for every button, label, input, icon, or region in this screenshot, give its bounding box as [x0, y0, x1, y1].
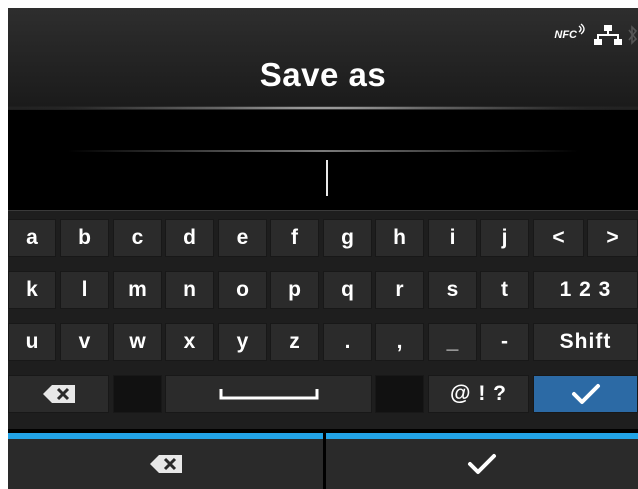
enter-key[interactable] — [533, 375, 638, 413]
key-h[interactable]: h — [375, 219, 424, 257]
network-icon — [594, 25, 622, 45]
key-f[interactable]: f — [270, 219, 319, 257]
status-icons: NFC — [554, 22, 638, 48]
delete-button[interactable] — [8, 439, 323, 489]
checkmark-icon — [571, 384, 600, 404]
nfc-label: NFC — [554, 29, 577, 41]
key-z[interactable]: z — [270, 323, 319, 361]
blank-key-right — [375, 375, 424, 413]
right-arrow-key[interactable]: > — [587, 219, 638, 257]
key-r[interactable]: r — [375, 271, 424, 309]
key-o[interactable]: o — [218, 271, 267, 309]
key-t[interactable]: t — [480, 271, 529, 309]
key-l[interactable]: l — [60, 271, 109, 309]
key-p[interactable]: p — [270, 271, 319, 309]
space-icon — [219, 389, 318, 400]
key-w[interactable]: w — [113, 323, 162, 361]
symbols-mode-key[interactable]: @ ! ? — [428, 375, 529, 413]
key-x[interactable]: x — [165, 323, 214, 361]
space-key[interactable] — [165, 375, 372, 413]
input-underline — [68, 150, 578, 152]
key-comma[interactable]: , — [375, 323, 424, 361]
key-s[interactable]: s — [428, 271, 477, 309]
nfc-icon: NFC — [554, 23, 588, 41]
key-q[interactable]: q — [323, 271, 372, 309]
shift-key[interactable]: Shift — [533, 323, 638, 361]
key-hyphen[interactable]: - — [480, 323, 529, 361]
header-bar: NFC Save as — [8, 8, 638, 110]
backspace-icon — [42, 385, 75, 403]
confirm-button[interactable] — [326, 439, 638, 489]
backspace-key[interactable] — [8, 375, 109, 413]
left-arrow-key[interactable]: < — [533, 219, 584, 257]
key-b[interactable]: b — [60, 219, 109, 257]
key-n[interactable]: n — [165, 271, 214, 309]
key-underscore[interactable]: _ — [428, 323, 477, 361]
key-k[interactable]: k — [8, 271, 56, 309]
key-g[interactable]: g — [323, 219, 372, 257]
key-e[interactable]: e — [218, 219, 267, 257]
text-input-field[interactable] — [8, 110, 638, 210]
key-d[interactable]: d — [165, 219, 214, 257]
key-v[interactable]: v — [60, 323, 109, 361]
key-period[interactable]: . — [323, 323, 372, 361]
backspace-icon — [149, 455, 182, 473]
page-title: Save as — [259, 56, 387, 93]
key-m[interactable]: m — [113, 271, 162, 309]
nfc-wave-icon — [578, 23, 585, 35]
blank-key-left — [113, 375, 162, 413]
key-j[interactable]: j — [480, 219, 529, 257]
key-a[interactable]: a — [8, 219, 56, 257]
key-i[interactable]: i — [428, 219, 477, 257]
printer-screen: NFC Save as a b c d e f g h i j < > k l … — [8, 8, 638, 489]
key-c[interactable]: c — [113, 219, 162, 257]
bluetooth-icon — [628, 25, 638, 45]
text-cursor — [326, 160, 328, 196]
key-u[interactable]: u — [8, 323, 56, 361]
key-y[interactable]: y — [218, 323, 267, 361]
on-screen-keyboard: a b c d e f g h i j < > k l m n o p q r … — [8, 210, 638, 429]
checkmark-icon — [468, 454, 496, 474]
numbers-mode-key[interactable]: 1 2 3 — [533, 271, 638, 309]
